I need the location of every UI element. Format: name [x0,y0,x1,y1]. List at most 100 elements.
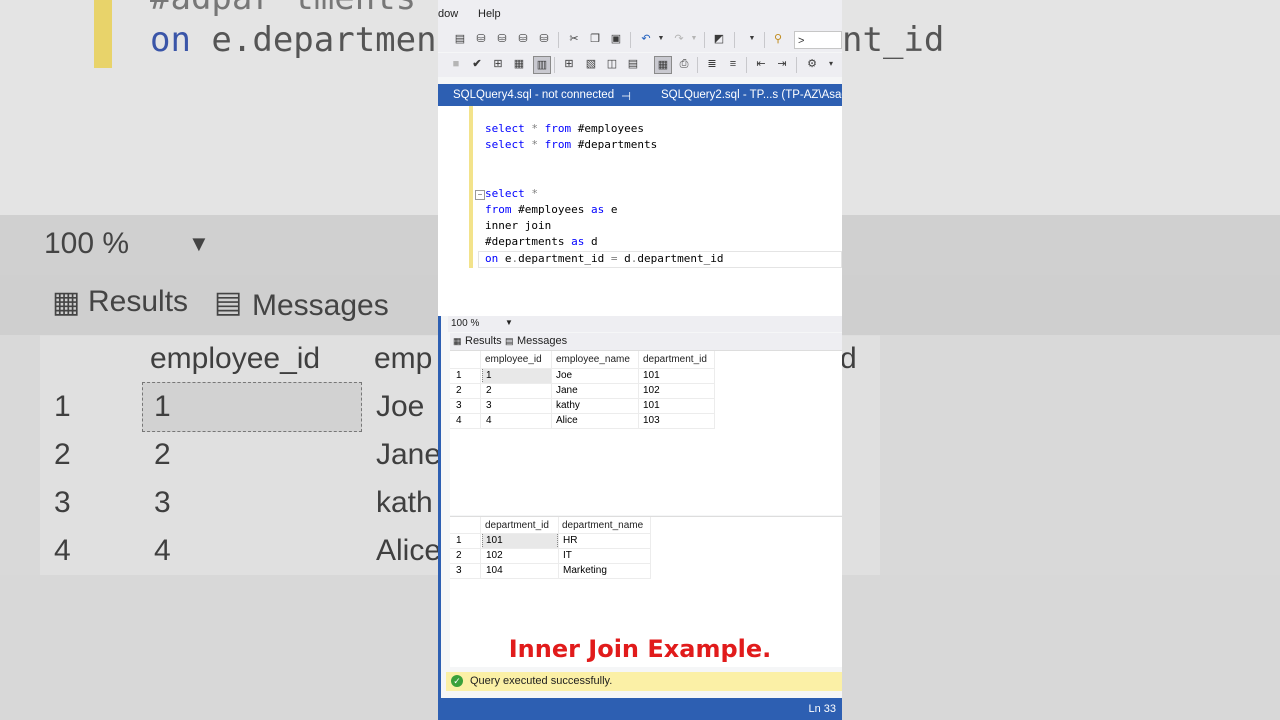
grid-cell[interactable]: 101 [486,535,503,546]
bg-tab-results: Results [88,285,189,318]
dax-query-icon[interactable]: ⛁ [536,31,552,47]
success-check-icon: ✓ [451,675,463,687]
tab-sqlquery2[interactable]: SQLQuery2.sql - TP...s (TP-AZ\Asad [661,89,842,101]
row-number[interactable]: 3 [456,400,462,411]
column-header[interactable]: department_name [562,520,643,531]
stop-icon[interactable]: ■ [448,56,464,72]
xmla-query-icon[interactable]: ⛁ [515,31,531,47]
mdx-query-icon[interactable]: ⛁ [473,31,489,47]
selected-cell [482,368,552,384]
live-stats-icon[interactable]: ▧ [583,56,599,72]
increase-indent-icon[interactable]: ⇥ [774,56,790,72]
copy-icon[interactable]: ❐ [587,31,603,47]
row-number[interactable]: 4 [456,415,462,426]
grid-cell[interactable]: Alice [556,415,578,426]
cut-icon[interactable]: ✂ [566,31,582,47]
query-icon[interactable]: ▤ [452,31,468,47]
keyword: as [571,235,585,248]
query-editor[interactable]: − select * from #employees select * from… [438,106,842,316]
grid-cell[interactable]: 102 [643,385,660,396]
grid-cell[interactable]: 101 [643,370,660,381]
grid-cell[interactable]: 3 [486,400,492,411]
redo-dropdown-icon[interactable]: ▼ [686,31,702,47]
redo-icon[interactable]: ↷ [671,31,687,47]
line-number: Ln 33 [808,703,836,715]
grid-cell[interactable]: kathy [556,400,580,411]
column-header[interactable]: employee_name [556,354,630,365]
row-number[interactable]: 1 [456,370,462,381]
grid-line [450,428,714,429]
bg-cell: 4 [54,534,71,567]
search-input[interactable]: > [794,31,842,49]
row-number[interactable]: 1 [456,535,462,546]
employees-grid[interactable]: employee_id employee_name department_id … [450,350,842,515]
decrease-indent-icon[interactable]: ⇤ [753,56,769,72]
identifier: #employees [571,122,644,135]
uncomment-icon[interactable]: ≡ [725,56,741,72]
bg-cell: Jane [376,438,442,471]
comment-icon[interactable]: ≣ [704,56,720,72]
grid-line [450,413,714,414]
results-tabs: ▦ Results ▤ Messages [450,333,842,350]
results-to-text-icon[interactable]: ▤ [625,56,641,72]
grid-cell[interactable]: 104 [486,565,503,576]
grid-cell[interactable]: 102 [486,550,503,561]
bg-dropdown-icon: ▼ [188,231,210,256]
grid-cell[interactable]: 103 [643,415,660,426]
undo-dropdown-icon[interactable]: ▼ [653,31,669,47]
menu-help[interactable]: Help [478,8,501,20]
editor-status-bar: Ln 33 [438,698,842,720]
grid-cell[interactable]: 4 [486,415,492,426]
column-header[interactable]: department_id [643,354,707,365]
dmx-query-icon[interactable]: ⛁ [494,31,510,47]
toolbar-divider [764,32,765,48]
row-number[interactable]: 2 [456,550,462,561]
grid-cell[interactable]: Jane [556,385,578,396]
keyword: on [485,252,499,265]
grid-line [450,563,650,564]
toolbar-divider [558,32,559,48]
keyword: select [485,187,525,200]
grid-cell[interactable]: 2 [486,385,492,396]
include-plan-icon[interactable]: ⊞ [561,56,577,72]
menu-window[interactable]: dow [438,8,458,20]
zoom-select[interactable]: 100 % [451,318,479,329]
pin-icon[interactable]: ⊣ [621,89,631,103]
grid-cell[interactable]: Marketing [563,565,607,576]
collapse-icon[interactable]: − [475,190,485,200]
grid-line [450,383,714,384]
grid-cell[interactable]: Joe [556,370,572,381]
keyword: from [544,138,572,151]
zoom-dropdown-icon[interactable]: ▼ [505,318,513,327]
column-header[interactable]: department_id [485,520,549,531]
estimated-plan-icon[interactable]: ⊞ [490,56,506,72]
toolbar-overflow-icon[interactable]: ▾ [823,56,839,72]
results-to-file-icon[interactable]: ⎙ [676,56,692,72]
keyword: from [544,122,572,135]
results-to-grid-toggle[interactable]: ▥ [533,56,551,74]
tab-sqlquery4[interactable]: SQLQuery4.sql - not connected [453,89,614,101]
paste-icon[interactable]: ▣ [608,31,624,47]
code-line: inner join [485,219,552,232]
parse-icon[interactable]: ✔ [469,56,485,72]
grid-cell[interactable]: IT [563,550,572,561]
toolbar-divider [630,32,631,48]
grid-cell[interactable]: 101 [643,400,660,411]
tab-messages[interactable]: Messages [517,335,567,347]
query-options-icon[interactable]: ▦ [511,56,527,72]
row-number[interactable]: 3 [456,565,462,576]
activity-monitor-icon[interactable]: ◩ [711,31,727,47]
results-to-grid-icon[interactable]: ▦ [654,56,672,74]
bg-cell: Joe [376,390,425,423]
tab-results[interactable]: Results [465,335,502,347]
config-dropdown-icon[interactable]: ▼ [744,31,760,47]
grid-cell[interactable]: 1 [486,370,492,381]
column-header[interactable]: employee_id [485,354,542,365]
grid-cell[interactable]: HR [563,535,577,546]
client-stats-icon[interactable]: ◫ [604,56,620,72]
specify-values-icon[interactable]: ⚙ [804,56,820,72]
row-number[interactable]: 2 [456,385,462,396]
find-icon[interactable]: ⚲ [770,31,786,47]
identifier: d [584,235,598,248]
undo-icon[interactable]: ↶ [638,31,654,47]
